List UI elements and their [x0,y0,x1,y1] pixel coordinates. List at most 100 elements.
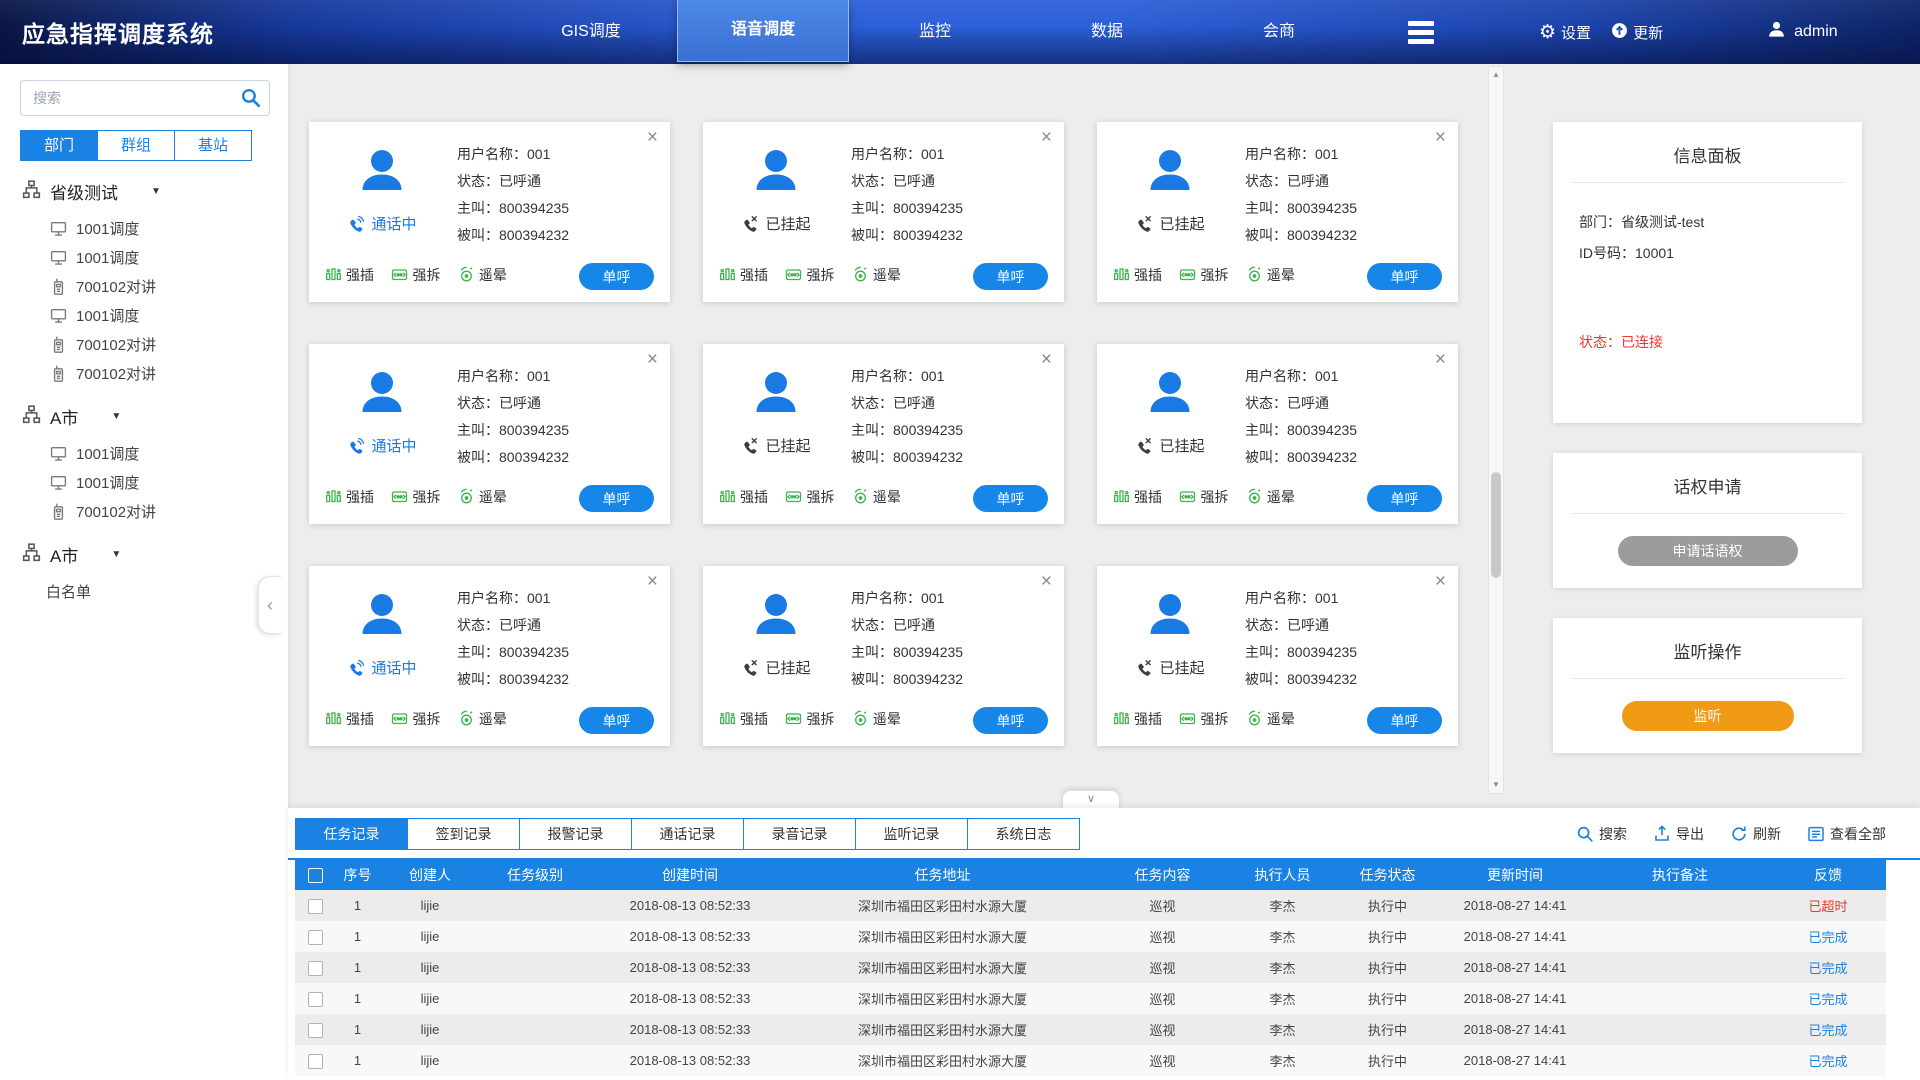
table-row[interactable]: 1 lijie 2018-08-13 08:52:33 深圳市福田区彩田村水源大… [295,921,1886,952]
card-action-button[interactable]: 强拆 [391,487,440,507]
record-tab[interactable]: 监听记录 [855,818,968,850]
sidebar-tab[interactable]: 部门 [20,130,98,161]
card-action-button[interactable]: 遥晕 [458,709,507,729]
settings-button[interactable]: ⚙ 设置 [1539,22,1591,43]
caret-down-icon[interactable]: ▼ [111,549,121,560]
close-icon[interactable]: × [1435,350,1446,369]
listen-button[interactable]: 监听 [1622,701,1794,731]
single-call-button[interactable]: 单呼 [973,707,1048,734]
close-icon[interactable]: × [647,128,658,147]
row-checkbox[interactable] [308,930,323,945]
tree-item[interactable]: 1001调度 [50,468,288,497]
record-tab[interactable]: 签到记录 [407,818,520,850]
tree-group-row[interactable]: 省级测试 ▼ [22,179,288,204]
close-icon[interactable]: × [1041,572,1052,591]
card-action-button[interactable]: 强拆 [785,709,834,729]
record-tab[interactable]: 系统日志 [967,818,1080,850]
sidebar-collapse-handle[interactable]: ‹ [258,576,281,634]
apply-talk-right-button[interactable]: 申请话语权 [1618,536,1798,566]
toolbar-button[interactable]: 查看全部 [1807,824,1886,844]
card-action-button[interactable]: 遥晕 [1246,265,1295,285]
tree-item[interactable]: 1001调度 [50,439,288,468]
record-tab[interactable]: 报警记录 [519,818,632,850]
single-call-button[interactable]: 单呼 [973,263,1048,290]
card-action-button[interactable]: 遥晕 [852,709,901,729]
close-icon[interactable]: × [1435,128,1446,147]
toolbar-button[interactable]: 刷新 [1730,824,1781,844]
card-action-button[interactable]: 强插 [719,487,768,507]
nav-menu-item[interactable]: GIS调度 [505,0,677,64]
tree-item[interactable]: 1001调度 [50,214,288,243]
tree-item[interactable]: 700102对讲 [50,497,288,526]
close-icon[interactable]: × [1041,128,1052,147]
hamburger-icon[interactable] [1365,21,1477,44]
card-action-button[interactable]: 强拆 [785,487,834,507]
card-action-button[interactable]: 遥晕 [1246,487,1295,507]
close-icon[interactable]: × [1041,350,1052,369]
tree-group-row[interactable]: A市 ▼ [22,542,288,567]
table-row[interactable]: 1 lijie 2018-08-13 08:52:33 深圳市福田区彩田村水源大… [295,952,1886,983]
scroll-up-button[interactable]: ▲ [1489,67,1503,83]
card-action-button[interactable]: 强插 [1113,709,1162,729]
row-checkbox[interactable] [308,1054,323,1069]
single-call-button[interactable]: 单呼 [579,707,654,734]
caret-down-icon[interactable]: ▼ [111,411,121,422]
close-icon[interactable]: × [647,350,658,369]
card-action-button[interactable]: 遥晕 [852,265,901,285]
toolbar-button[interactable]: 搜索 [1576,824,1627,844]
single-call-button[interactable]: 单呼 [579,485,654,512]
row-checkbox[interactable] [308,1023,323,1038]
record-tab[interactable]: 任务记录 [295,818,408,850]
record-tab[interactable]: 录音记录 [743,818,856,850]
select-all-checkbox[interactable] [308,868,323,883]
single-call-button[interactable]: 单呼 [1367,263,1442,290]
bottom-collapse-handle[interactable]: ∨ [1062,790,1120,809]
row-checkbox[interactable] [308,992,323,1007]
card-action-button[interactable]: 遥晕 [458,265,507,285]
card-action-button[interactable]: 强拆 [1179,709,1228,729]
card-action-button[interactable]: 强拆 [1179,487,1228,507]
tree-item[interactable]: 1001调度 [50,301,288,330]
tree-item[interactable]: 700102对讲 [50,272,288,301]
card-action-button[interactable]: 强拆 [1179,265,1228,285]
close-icon[interactable]: × [647,572,658,591]
card-action-button[interactable]: 遥晕 [852,487,901,507]
single-call-button[interactable]: 单呼 [579,263,654,290]
scrollbar-thumb[interactable] [1491,472,1501,578]
sidebar-tab[interactable]: 群组 [97,130,175,161]
search-input[interactable] [20,80,270,116]
table-row[interactable]: 1 lijie 2018-08-13 08:52:33 深圳市福田区彩田村水源大… [295,890,1886,921]
card-action-button[interactable]: 强插 [719,265,768,285]
card-action-button[interactable]: 强插 [325,487,374,507]
tree-group-row[interactable]: A市 ▼ [22,404,288,429]
search-icon[interactable] [240,87,261,113]
tree-item[interactable]: 700102对讲 [50,359,288,388]
scrollbar-track[interactable]: ▲ ▼ [1488,66,1504,794]
caret-down-icon[interactable]: ▼ [151,186,161,197]
card-action-button[interactable]: 强插 [1113,265,1162,285]
row-checkbox[interactable] [308,961,323,976]
update-button[interactable]: 更新 [1611,22,1663,43]
row-checkbox[interactable] [308,899,323,914]
card-action-button[interactable]: 遥晕 [1246,709,1295,729]
nav-menu-item[interactable]: 监控 [849,0,1021,64]
card-action-button[interactable]: 强插 [325,265,374,285]
single-call-button[interactable]: 单呼 [1367,707,1442,734]
nav-menu-item[interactable]: 数据 [1021,0,1193,64]
close-icon[interactable]: × [1435,572,1446,591]
table-row[interactable]: 1 lijie 2018-08-13 08:52:33 深圳市福田区彩田村水源大… [295,1014,1886,1045]
table-row[interactable]: 1 lijie 2018-08-13 08:52:33 深圳市福田区彩田村水源大… [295,1045,1886,1076]
card-action-button[interactable]: 强插 [325,709,374,729]
scroll-down-button[interactable]: ▼ [1489,777,1503,793]
tree-item[interactable]: 白名单 [46,577,288,606]
nav-menu-item[interactable]: 会商 [1193,0,1365,64]
card-action-button[interactable]: 强插 [719,709,768,729]
single-call-button[interactable]: 单呼 [973,485,1048,512]
card-action-button[interactable]: 强拆 [785,265,834,285]
table-row[interactable]: 1 lijie 2018-08-13 08:52:33 深圳市福田区彩田村水源大… [295,983,1886,1014]
user-menu[interactable]: admin [1767,20,1838,44]
record-tab[interactable]: 通话记录 [631,818,744,850]
tree-item[interactable]: 700102对讲 [50,330,288,359]
card-action-button[interactable]: 强拆 [391,709,440,729]
nav-menu-item[interactable]: 语音调度 [677,0,849,62]
